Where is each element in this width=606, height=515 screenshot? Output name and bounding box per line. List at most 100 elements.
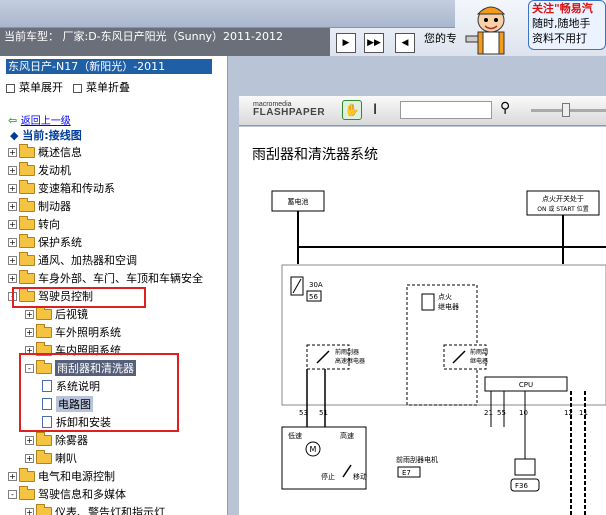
ad-text: 您的专	[424, 32, 456, 45]
tree-item-label[interactable]: 变速箱和传动系	[38, 180, 115, 196]
tree-item-label[interactable]: 通风、加热器和空调	[38, 252, 137, 268]
cpu-label: CPU	[519, 381, 533, 389]
tree-header: 东风日产-N17（新阳光）-2011	[6, 59, 212, 74]
tree-item[interactable]: + 电气和电源控制	[8, 467, 115, 484]
tree-item-label[interactable]: 喇叭	[55, 450, 77, 466]
tree-panel: 东风日产-N17（新阳光）-2011 菜单展开 菜单折叠 ⇦ 返回上一级 ◆ 当…	[0, 56, 228, 515]
folder-icon	[36, 431, 52, 446]
expand-toggle-icon[interactable]: +	[25, 453, 34, 463]
fuse-label: 30A	[309, 281, 323, 289]
expand-toggle-icon[interactable]: +	[25, 309, 34, 319]
expand-toggle-icon[interactable]: +	[8, 201, 17, 211]
tree-item[interactable]: + 除雾器	[25, 431, 88, 448]
connector-e7: E7	[402, 469, 411, 477]
back-link-text[interactable]: 返回上一级	[21, 116, 71, 127]
tree-item[interactable]: + 制动器	[8, 197, 71, 214]
tree-item[interactable]: + 保护系统	[8, 233, 82, 250]
tree-item-label[interactable]: 保护系统	[38, 234, 82, 250]
tree-item[interactable]: + 车外照明系统	[25, 323, 121, 340]
folder-icon	[36, 503, 52, 515]
folder-icon	[19, 467, 35, 482]
tree-item[interactable]: + 概述信息	[8, 143, 82, 160]
back-arrow-icon: ⇦	[8, 114, 18, 127]
tree-item-label[interactable]: 制动器	[38, 198, 71, 214]
tree-item[interactable]: + 车身外部、车门、车顶和车辆安全	[8, 269, 203, 286]
expand-toggle-icon[interactable]: +	[8, 165, 17, 175]
ignition-label-1: 点火开关处于	[542, 194, 584, 203]
tree-item-label[interactable]: 驾驶信息和多媒体	[38, 486, 126, 502]
pin-21: 21	[484, 409, 493, 417]
motor-name-label: 前雨刮器电机	[396, 455, 438, 464]
top-strip	[0, 0, 455, 28]
tree-item-label[interactable]: 后视镜	[55, 306, 88, 322]
search-input[interactable]	[400, 101, 492, 119]
tree-item-label[interactable]: 发动机	[38, 162, 71, 178]
menu-expand-button[interactable]: 菜单展开	[6, 79, 63, 95]
search-icon[interactable]: ⚲	[500, 100, 510, 116]
motor-move-label: 移动	[353, 472, 367, 481]
back-link[interactable]: ⇦ 返回上一级	[8, 112, 71, 127]
expand-toggle-icon[interactable]: +	[25, 435, 34, 445]
ad-box-line2: 资料不用打	[532, 32, 587, 45]
tree-item-label[interactable]: 仪表、警告灯和指示灯	[55, 504, 165, 515]
text-select-icon[interactable]: I	[373, 102, 377, 118]
relay3-label-a: 前雨刮	[470, 348, 488, 356]
expand-toggle-icon[interactable]: +	[8, 255, 17, 265]
step-icon[interactable]: ▶▶	[364, 33, 384, 53]
folder-icon	[19, 179, 35, 194]
folder-icon	[36, 323, 52, 338]
expand-toggle-icon[interactable]: +	[8, 183, 17, 193]
motor-high-label: 高速	[340, 431, 354, 440]
tree-item[interactable]: + 喇叭	[25, 449, 77, 466]
wiring-diagram: 蓄电池 点火开关处于 ON 或 START 位置 30A 56 点火 继电器 前…	[271, 190, 606, 515]
expand-toggle-icon[interactable]: +	[8, 237, 17, 247]
tree-item[interactable]: - 驾驶信息和多媒体	[8, 485, 126, 502]
menu-collapse-button[interactable]: 菜单折叠	[73, 79, 130, 95]
tree-item-label[interactable]: 电气和电源控制	[38, 468, 115, 484]
pin-12: 12	[564, 409, 573, 417]
tree-item[interactable]: + 发动机	[8, 161, 71, 178]
tree-item[interactable]: + 变速箱和传动系	[8, 179, 115, 196]
ground-connector	[514, 458, 536, 476]
tree-item-label[interactable]: 车身外部、车门、车顶和车辆安全	[38, 270, 203, 286]
folder-icon	[36, 305, 52, 320]
tree-item[interactable]: + 转向	[8, 215, 60, 232]
tree-item-label[interactable]: 转向	[38, 216, 60, 232]
connector-f36: F36	[515, 482, 528, 490]
tree-item[interactable]: + 通风、加热器和空调	[8, 251, 137, 268]
back-icon[interactable]: ◀	[395, 33, 415, 53]
battery-label: 蓄电池	[288, 197, 309, 206]
top-bar: 当前车型： 厂家:D-东风日产阳光（Sunny）2011-2012 ▶ ▶▶ ◀…	[0, 0, 606, 56]
ad-box-line1: 随时,随地手	[532, 17, 591, 30]
ad-box[interactable]: 关注"畅易汽 随时,随地手 资料不用打	[528, 0, 606, 50]
ad-box-title: 关注"畅易汽	[532, 2, 593, 15]
expand-toggle-icon[interactable]: +	[8, 219, 17, 229]
current-location: ◆ 当前:接线图	[10, 127, 82, 143]
tree-item[interactable]: + 仪表、警告灯和指示灯	[25, 503, 165, 515]
pin-10: 10	[519, 409, 528, 417]
tree-item-label[interactable]: 车外照明系统	[55, 324, 121, 340]
relay2-label-a: 前雨刮器	[335, 348, 359, 356]
folder-icon	[19, 485, 35, 500]
play-icon[interactable]: ▶	[336, 33, 356, 53]
collapse-toggle-icon[interactable]: -	[8, 489, 17, 499]
tree-item[interactable]: + 后视镜	[25, 305, 88, 322]
expand-toggle-icon[interactable]: +	[8, 471, 17, 481]
relay1-label-b: 继电器	[438, 302, 459, 311]
document-page: 雨刮器和清洗器系统 蓄电池 点火开关处于 ON 或 START 位置 30A 5…	[239, 127, 606, 515]
expand-toggle-icon[interactable]: +	[25, 507, 34, 515]
tree-item-label[interactable]: 除雾器	[55, 432, 88, 448]
zoom-slider-thumb[interactable]	[562, 103, 570, 117]
expand-toggle-icon[interactable]: +	[8, 147, 17, 157]
expand-toggle-icon[interactable]: +	[25, 327, 34, 337]
folder-icon	[19, 143, 35, 158]
tree-item-label[interactable]: 概述信息	[38, 144, 82, 160]
expand-toggle-icon[interactable]: +	[8, 273, 17, 283]
hand-tool-icon[interactable]: ✋	[342, 100, 362, 120]
highlight-box-driver-controls	[12, 287, 146, 308]
ignition-label-2: ON 或 START 位置	[537, 205, 588, 213]
relay2-label-b: 高速继电器	[335, 357, 365, 365]
folder-icon	[19, 251, 35, 266]
menu-expand-label: 菜单展开	[19, 81, 63, 94]
pin-55: 55	[497, 409, 506, 417]
